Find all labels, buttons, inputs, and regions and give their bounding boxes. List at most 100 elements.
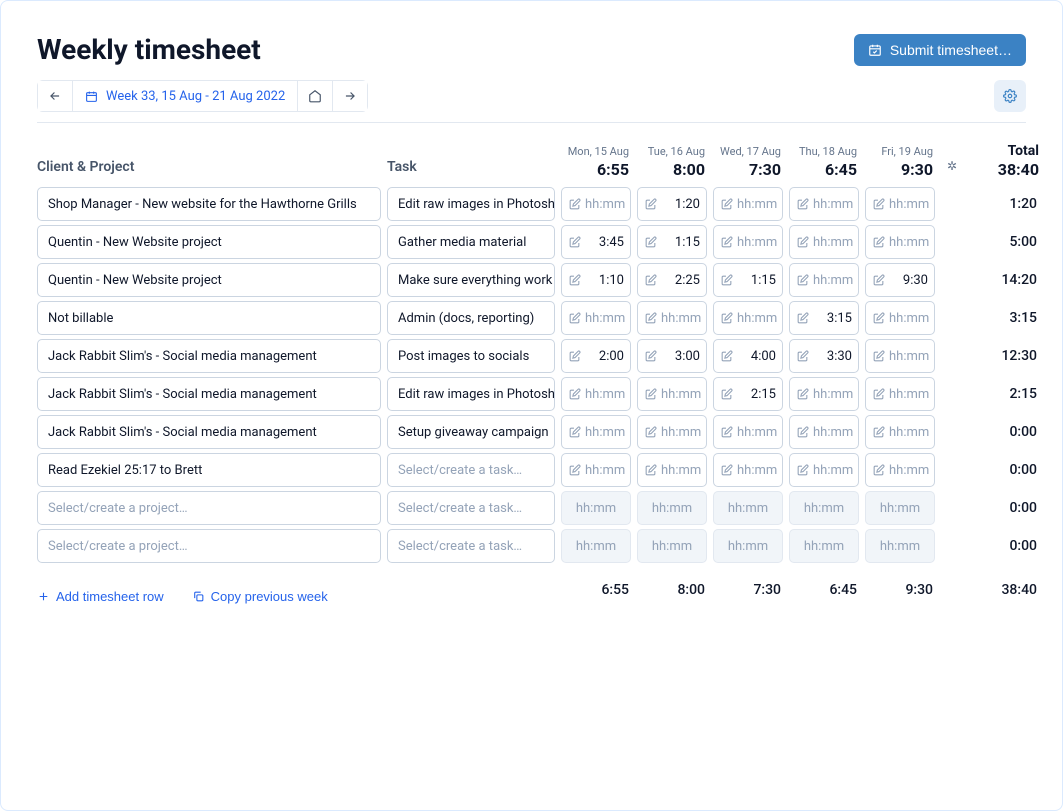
time-cell[interactable]: hh:mm	[713, 225, 783, 259]
time-value: hh:mm	[728, 539, 768, 554]
time-value: hh:mm	[728, 501, 768, 516]
day-header-sum: 7:30	[713, 160, 783, 179]
time-cell[interactable]: 2:00	[561, 339, 631, 373]
time-cell[interactable]: hh:mm	[713, 415, 783, 449]
edit-icon	[796, 426, 809, 439]
time-cell[interactable]: 1:10	[561, 263, 631, 297]
gear-icon	[1003, 89, 1017, 103]
time-cell[interactable]: hh:mm	[561, 415, 631, 449]
settings-button[interactable]	[994, 80, 1026, 112]
task-input[interactable]: Gather media material	[387, 225, 555, 259]
project-input[interactable]: Shop Manager - New website for the Hawth…	[37, 187, 381, 221]
project-input[interactable]: Jack Rabbit Slim's - Social media manage…	[37, 339, 381, 373]
project-input[interactable]: Quentin - New Website project	[37, 263, 381, 297]
weekend-toggle-icon[interactable]: ✲	[941, 159, 963, 179]
time-cell[interactable]: hh:mm	[789, 415, 859, 449]
week-picker[interactable]: Week 33, 15 Aug - 21 Aug 2022	[73, 81, 298, 111]
time-cell[interactable]: 4:00	[713, 339, 783, 373]
time-value: 2:00	[585, 349, 624, 364]
time-cell[interactable]: hh:mm	[561, 453, 631, 487]
time-cell[interactable]: hh:mm	[713, 453, 783, 487]
time-cell[interactable]: hh:mm	[865, 187, 935, 221]
edit-icon	[720, 274, 733, 287]
time-cell[interactable]: hh:mm	[865, 339, 935, 373]
time-cell[interactable]: 3:30	[789, 339, 859, 373]
time-cell[interactable]: hh:mm	[865, 415, 935, 449]
task-input[interactable]: Select/create a task…	[387, 529, 555, 563]
time-cell[interactable]: hh:mm	[865, 301, 935, 335]
project-input[interactable]: Quentin - New Website project	[37, 225, 381, 259]
time-cell[interactable]: hh:mm	[789, 225, 859, 259]
task-input[interactable]: Post images to socials	[387, 339, 555, 373]
time-value: hh:mm	[889, 425, 929, 440]
add-timesheet-row-button[interactable]: Add timesheet row	[37, 589, 164, 604]
time-cell[interactable]: 1:15	[637, 225, 707, 259]
time-value: 3:15	[813, 311, 852, 326]
time-cell[interactable]: hh:mm	[713, 301, 783, 335]
edit-icon	[644, 274, 657, 287]
task-input[interactable]: Select/create a task…	[387, 491, 555, 525]
task-input[interactable]: Make sure everything work …	[387, 263, 555, 297]
time-cell[interactable]: hh:mm	[789, 453, 859, 487]
page-title: Weekly timesheet	[37, 33, 261, 66]
timesheet-row: Select/create a project…Select/create a …	[37, 529, 1026, 563]
time-value: hh:mm	[889, 349, 929, 364]
day-header-date: Wed, 17 Aug	[713, 145, 783, 158]
time-cell[interactable]: hh:mm	[561, 187, 631, 221]
time-cell[interactable]: hh:mm	[789, 263, 859, 297]
project-input[interactable]: Jack Rabbit Slim's - Social media manage…	[37, 377, 381, 411]
task-input[interactable]: Edit raw images in Photosh …	[387, 377, 555, 411]
grand-total-header: 38:40	[969, 160, 1039, 179]
time-cell[interactable]: hh:mm	[637, 301, 707, 335]
week-navigator: Week 33, 15 Aug - 21 Aug 2022	[37, 80, 368, 112]
footer-day-total: 7:30	[713, 582, 783, 598]
project-input[interactable]: Jack Rabbit Slim's - Social media manage…	[37, 415, 381, 449]
time-cell[interactable]: 1:20	[637, 187, 707, 221]
row-total: 14:20	[969, 272, 1039, 288]
time-cell[interactable]: hh:mm	[789, 377, 859, 411]
edit-icon	[872, 388, 885, 401]
time-cell[interactable]: 1:15	[713, 263, 783, 297]
row-total: 3:15	[969, 310, 1039, 326]
time-cell[interactable]: hh:mm	[865, 225, 935, 259]
edit-icon	[796, 464, 809, 477]
task-input[interactable]: Edit raw images in Photosh …	[387, 187, 555, 221]
timesheet-row: Jack Rabbit Slim's - Social media manage…	[37, 377, 1026, 411]
time-cell[interactable]: hh:mm	[637, 453, 707, 487]
copy-previous-week-button[interactable]: Copy previous week	[192, 589, 328, 604]
time-cell[interactable]: hh:mm	[865, 453, 935, 487]
submit-timesheet-button[interactable]: Submit timesheet…	[854, 34, 1026, 66]
task-input[interactable]: Select/create a task…	[387, 453, 555, 487]
time-cell[interactable]: hh:mm	[637, 415, 707, 449]
time-cell[interactable]: 3:45	[561, 225, 631, 259]
project-input[interactable]: Select/create a project…	[37, 529, 381, 563]
today-button[interactable]	[298, 81, 333, 111]
time-cell[interactable]: hh:mm	[561, 301, 631, 335]
time-cell[interactable]: 2:25	[637, 263, 707, 297]
edit-icon	[872, 236, 885, 249]
time-value: hh:mm	[661, 387, 701, 402]
prev-week-button[interactable]	[38, 81, 73, 111]
time-cell[interactable]: hh:mm	[865, 377, 935, 411]
edit-icon	[644, 236, 657, 249]
time-cell[interactable]: 3:15	[789, 301, 859, 335]
edit-icon	[872, 464, 885, 477]
row-total: 0:00	[969, 424, 1039, 440]
project-input[interactable]: Not billable	[37, 301, 381, 335]
time-cell[interactable]: hh:mm	[561, 377, 631, 411]
project-input[interactable]: Select/create a project…	[37, 491, 381, 525]
next-week-button[interactable]	[333, 81, 367, 111]
time-value: hh:mm	[652, 501, 692, 516]
time-cell[interactable]: 9:30	[865, 263, 935, 297]
task-input[interactable]: Admin (docs, reporting)	[387, 301, 555, 335]
time-cell[interactable]: 3:00	[637, 339, 707, 373]
time-cell[interactable]: hh:mm	[637, 377, 707, 411]
edit-icon	[720, 388, 733, 401]
day-header-date: Fri, 19 Aug	[865, 145, 935, 158]
time-cell[interactable]: 2:15	[713, 377, 783, 411]
edit-icon	[568, 464, 581, 477]
project-input[interactable]: Read Ezekiel 25:17 to Brett	[37, 453, 381, 487]
time-cell[interactable]: hh:mm	[789, 187, 859, 221]
time-cell[interactable]: hh:mm	[713, 187, 783, 221]
task-input[interactable]: Setup giveaway campaign	[387, 415, 555, 449]
